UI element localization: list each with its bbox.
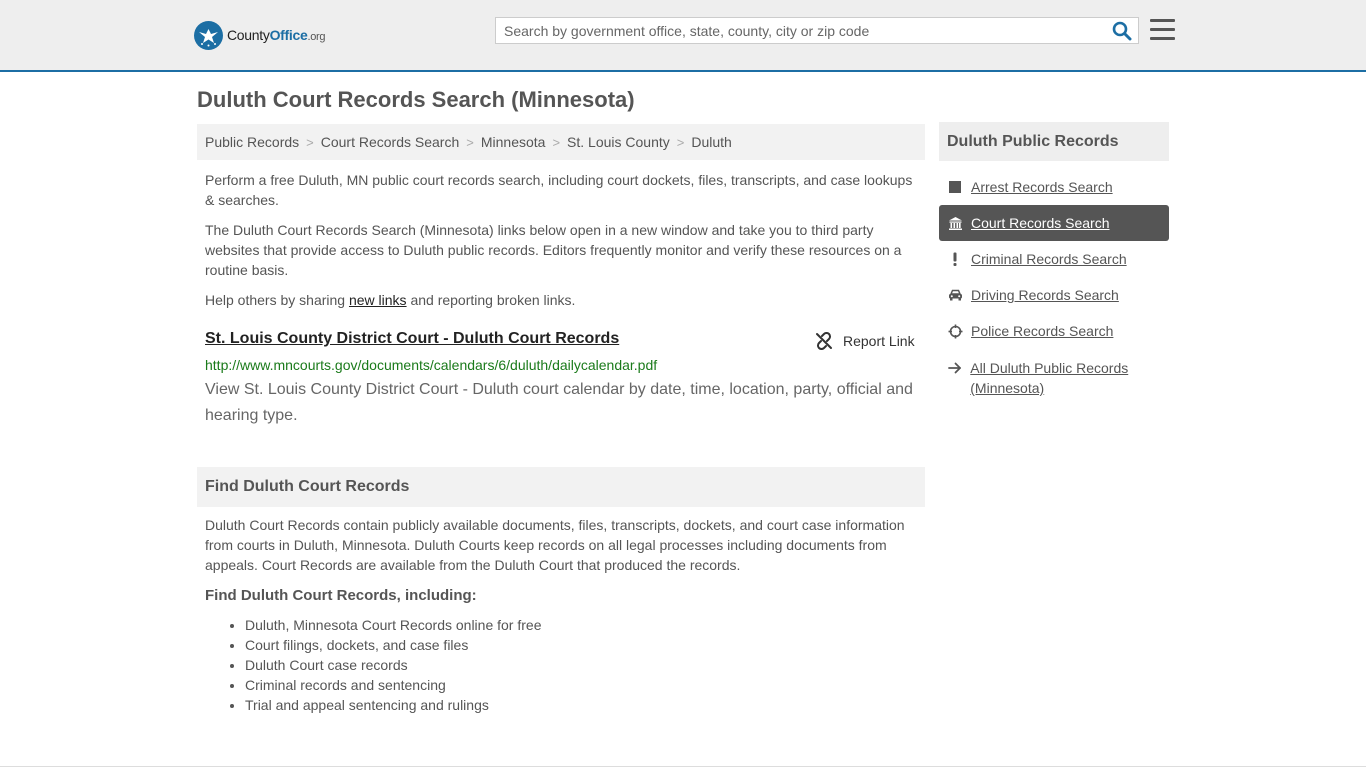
breadcrumb-st-louis-county[interactable]: St. Louis County xyxy=(567,134,670,150)
result-title-link[interactable]: St. Louis County District Court - Duluth… xyxy=(205,330,619,348)
sidebar-item-label: Court Records Search xyxy=(971,215,1110,231)
chevron-right-icon: > xyxy=(676,134,685,150)
find-section-subheading: Find Duluth Court Records, including: xyxy=(205,587,477,604)
result-url: http://www.mncourts.gov/documents/calend… xyxy=(205,357,658,373)
new-links-link[interactable]: new links xyxy=(349,292,407,308)
sidebar-item-driving-records[interactable]: Driving Records Search xyxy=(939,277,1169,313)
share-text-before: Help others by sharing xyxy=(205,292,349,308)
footer-divider xyxy=(0,766,1366,767)
list-item: Duluth Court case records xyxy=(245,655,541,675)
search-icon[interactable] xyxy=(1112,21,1132,41)
search-input[interactable] xyxy=(496,18,1106,43)
eagle-logo-icon xyxy=(194,20,223,50)
crosshair-icon xyxy=(947,323,963,339)
sidebar-item-court-records[interactable]: Court Records Search xyxy=(939,205,1169,241)
broken-link-icon xyxy=(816,332,832,350)
search-box xyxy=(495,17,1139,44)
logo-text: CountyOffice.org xyxy=(227,27,326,43)
sidebar-item-police-records[interactable]: Police Records Search xyxy=(939,313,1169,349)
exclamation-icon xyxy=(947,251,963,267)
sidebar-item-label: Arrest Records Search xyxy=(971,179,1113,195)
logo-office: Office xyxy=(269,27,308,43)
report-link-button[interactable]: Report Link xyxy=(815,332,915,350)
sidebar-item-arrest-records[interactable]: Arrest Records Search xyxy=(939,169,1169,205)
hamburger-menu-icon[interactable] xyxy=(1150,19,1175,41)
sidebar-item-label: Police Records Search xyxy=(971,323,1114,339)
breadcrumb-public-records[interactable]: Public Records xyxy=(205,134,299,150)
list-item: Criminal records and sentencing xyxy=(245,675,541,695)
find-section-heading: Find Duluth Court Records xyxy=(197,467,925,507)
list-item: Court filings, dockets, and case files xyxy=(245,635,541,655)
report-link-label: Report Link xyxy=(843,333,915,349)
sidebar-item-label: Driving Records Search xyxy=(971,287,1119,303)
list-item: Duluth, Minnesota Court Records online f… xyxy=(245,615,541,635)
find-section-text: Duluth Court Records contain publicly av… xyxy=(205,517,905,573)
courthouse-icon xyxy=(947,215,963,231)
car-icon xyxy=(947,287,963,303)
intro-paragraph-1: Perform a free Duluth, MN public court r… xyxy=(205,172,913,208)
breadcrumb-duluth[interactable]: Duluth xyxy=(691,134,731,150)
logo-county: County xyxy=(227,27,270,43)
square-icon xyxy=(947,179,963,195)
chevron-right-icon: > xyxy=(466,134,474,150)
breadcrumb-minnesota[interactable]: Minnesota xyxy=(481,134,546,150)
sidebar-item-all-public-records[interactable]: All Duluth Public Records (Minnesota) xyxy=(939,349,1169,396)
chevron-right-icon: > xyxy=(306,134,314,150)
sidebar-heading: Duluth Public Records xyxy=(939,122,1169,161)
logo-org: .org xyxy=(307,31,326,43)
find-list: Duluth, Minnesota Court Records online f… xyxy=(205,615,541,715)
breadcrumb: Public Records > Court Records Search > … xyxy=(197,124,925,160)
chevron-right-icon: > xyxy=(552,134,561,150)
sidebar-item-label: All Duluth Public Records (Minnesota) xyxy=(970,360,1129,396)
list-item: Trial and appeal sentencing and rulings xyxy=(245,695,541,715)
sidebar-item-label: Criminal Records Search xyxy=(971,251,1127,267)
page-title: Duluth Court Records Search (Minnesota) xyxy=(197,87,635,112)
site-header: CountyOffice.org xyxy=(0,0,1366,72)
breadcrumb-court-records-search[interactable]: Court Records Search xyxy=(321,134,460,150)
intro-paragraph-2: The Duluth Court Records Search (Minneso… xyxy=(205,222,902,278)
result-description: View St. Louis County District Court - D… xyxy=(205,381,913,424)
intro-paragraph-3: Help others by sharing new links and rep… xyxy=(205,290,917,310)
site-logo[interactable]: CountyOffice.org xyxy=(194,20,326,50)
share-text-after: and reporting broken links. xyxy=(406,292,576,308)
sidebar-item-criminal-records[interactable]: Criminal Records Search xyxy=(939,241,1169,277)
